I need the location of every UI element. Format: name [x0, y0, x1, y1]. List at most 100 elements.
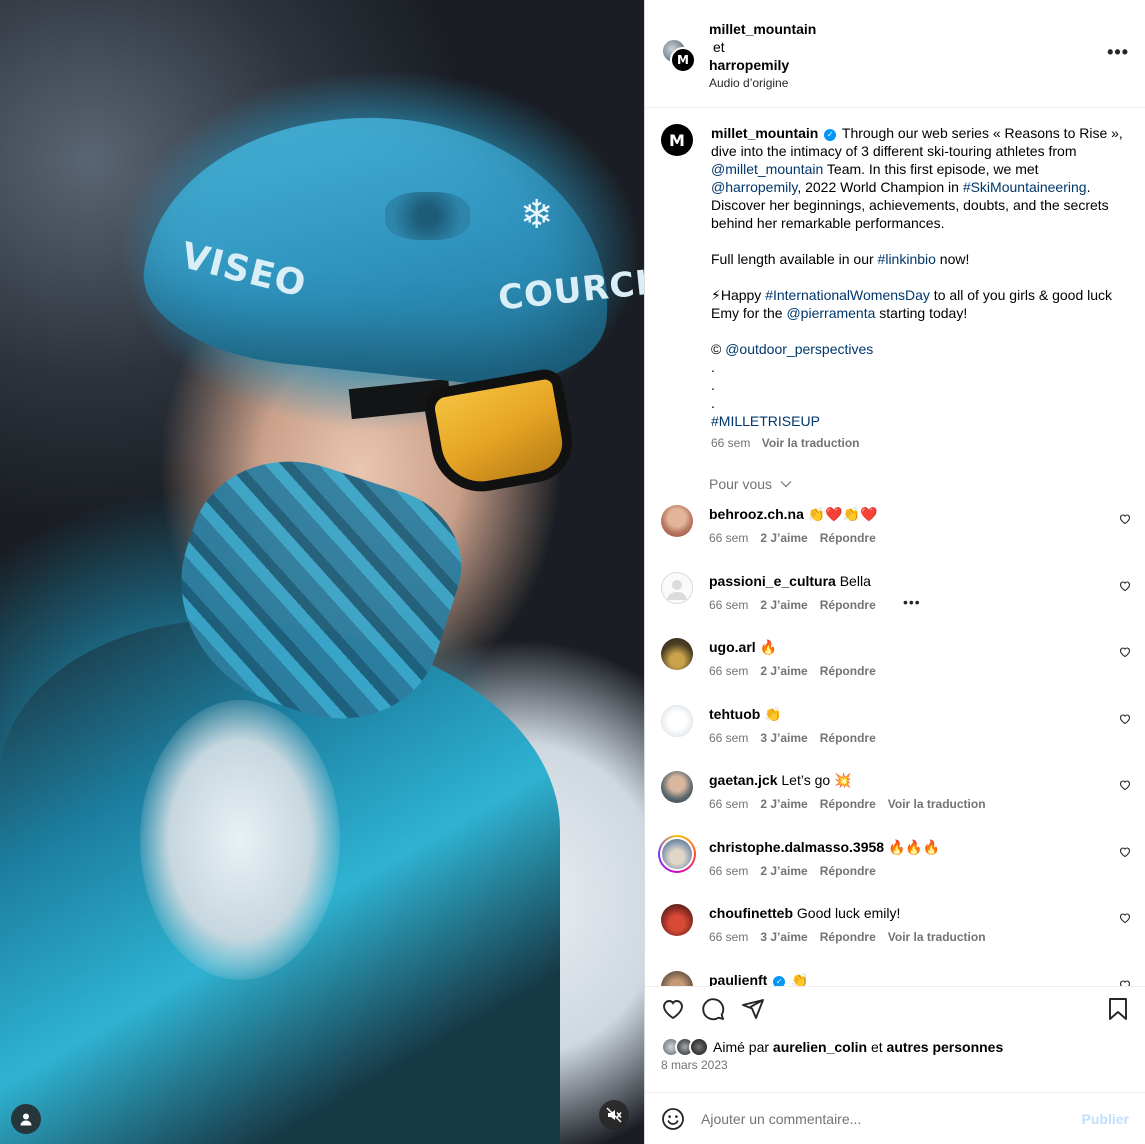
post-video[interactable]: VISEO COURCH ❄	[0, 0, 644, 1144]
reply-button[interactable]: Répondre	[820, 531, 876, 545]
caption-text-segment: , 2022 World Champion in	[797, 179, 963, 195]
speaker-muted-icon	[606, 1107, 622, 1123]
comment-username-link[interactable]: paulienft	[709, 972, 767, 987]
comment-likes-link[interactable]: 2 J’aime	[760, 598, 807, 612]
post-details-panel: M millet_mountain et harropemily Audio d…	[644, 0, 1145, 1144]
tagged-users-button[interactable]	[11, 1104, 41, 1134]
comment-item: passioni_e_cultura Bella 66 sem 2 J’aime R…	[645, 566, 1145, 633]
caption-meta: 66 sem Voir la traduction	[711, 434, 1129, 452]
author-username-link[interactable]: millet_mountain	[709, 20, 816, 38]
see-translation-button[interactable]: Voir la traduction	[888, 797, 986, 811]
more-options-button[interactable]: •••	[1107, 42, 1129, 63]
mention-link[interactable]: @pierramenta	[786, 305, 875, 321]
caption-username-link[interactable]: millet_mountain	[711, 125, 818, 141]
comment-sort-label: Pour vous	[709, 476, 773, 492]
avatar[interactable]	[658, 834, 696, 873]
avatar[interactable]	[661, 505, 693, 537]
reply-button[interactable]: Répondre	[820, 930, 876, 944]
comment-item: choufinetteb Good luck emily! 66 sem 3 J’…	[645, 898, 1145, 965]
user-icon	[20, 1113, 32, 1126]
reply-button[interactable]: Répondre	[820, 664, 876, 678]
reply-button[interactable]: Répondre	[820, 598, 876, 612]
avatar[interactable]	[661, 904, 693, 936]
comment-text: 🔥	[759, 639, 777, 655]
caption-text-segment: now!	[935, 251, 970, 267]
mention-link[interactable]: @harropemily	[711, 179, 797, 195]
original-audio-link[interactable]: Audio d’origine	[709, 74, 816, 92]
post-date[interactable]: 8 mars 2023	[661, 1058, 728, 1072]
emoji-picker-icon[interactable]	[661, 1107, 685, 1131]
comment-text: 👏	[791, 971, 809, 987]
like-comment-heart-icon[interactable]	[1119, 713, 1131, 725]
see-translation-button[interactable]: Voir la traduction	[762, 436, 860, 450]
comment-time: 66 sem	[709, 797, 749, 811]
liked-by-others-link[interactable]: autres personnes	[887, 1039, 1004, 1055]
share-paper-plane-icon[interactable]	[741, 997, 765, 1021]
like-comment-heart-icon[interactable]	[1119, 513, 1131, 525]
like-comment-heart-icon[interactable]	[1119, 979, 1131, 987]
comment-likes-link[interactable]: 2 J’aime	[760, 664, 807, 678]
like-comment-heart-icon[interactable]	[1119, 912, 1131, 924]
like-heart-icon[interactable]	[661, 997, 685, 1021]
hashtag-link[interactable]: #MILLETRISEUP	[711, 413, 820, 429]
verified-badge-icon: ✓	[773, 975, 786, 986]
mute-toggle-button[interactable]	[599, 1100, 629, 1130]
comment-item: christophe.dalmasso.3958 🔥🔥🔥 66 sem 2 J’a…	[645, 832, 1145, 899]
comment-bubble-icon[interactable]	[701, 997, 725, 1021]
collab-avatars[interactable]: M	[661, 38, 701, 74]
comment-time: 66 sem	[709, 597, 749, 612]
comment-username-link[interactable]: behrooz.ch.na	[709, 506, 804, 522]
comment-time: 66 sem	[709, 930, 749, 944]
avatar[interactable]: M	[661, 124, 693, 156]
caption-text-segment: starting today!	[875, 305, 968, 321]
avatar[interactable]	[661, 571, 693, 604]
see-translation-button[interactable]: Voir la traduction	[888, 930, 986, 944]
verified-badge-icon: ✓	[824, 129, 837, 141]
comment-username-link[interactable]: ugo.arl	[709, 639, 756, 655]
post-comment-button[interactable]: Publier	[1082, 1111, 1129, 1127]
comment-username-link[interactable]: christophe.dalmasso.3958	[709, 839, 884, 855]
hashtag-link[interactable]: #SkiMountaineering	[963, 179, 1087, 195]
comments-scroll-area[interactable]: M millet_mountain ✓ Through our web seri…	[645, 108, 1145, 986]
save-bookmark-icon[interactable]	[1107, 997, 1129, 1021]
add-comment-bar: Publier	[645, 1092, 1145, 1144]
avatar[interactable]	[661, 704, 693, 737]
like-comment-heart-icon[interactable]	[1119, 846, 1131, 858]
video-jacket-highlight	[140, 700, 340, 980]
avatar[interactable]: M	[670, 47, 696, 73]
video-subject-goggles	[421, 366, 579, 500]
avatar[interactable]	[661, 970, 693, 986]
comment-sort-dropdown[interactable]: Pour vous	[709, 476, 1145, 492]
comment-username-link[interactable]: tehtuob	[709, 706, 760, 722]
reply-button[interactable]: Répondre	[820, 864, 876, 878]
hashtag-link[interactable]: #linkinbio	[878, 251, 936, 267]
like-comment-heart-icon[interactable]	[1119, 580, 1131, 592]
avatar[interactable]	[661, 771, 693, 803]
comment-item: behrooz.ch.na 👏❤️👏❤️ 66 sem 2 J’aime Répon…	[645, 499, 1145, 566]
mention-link[interactable]: @millet_mountain	[711, 161, 823, 177]
like-comment-heart-icon[interactable]	[1119, 646, 1131, 658]
comment-options-icon[interactable]: •••	[903, 594, 921, 610]
comment-likes-link[interactable]: 2 J’aime	[760, 797, 807, 811]
reply-button[interactable]: Répondre	[820, 731, 876, 745]
hashtag-link[interactable]: #InternationalWomensDay	[765, 287, 930, 303]
comment-text: Good luck emily!	[796, 905, 901, 921]
comment-likes-link[interactable]: 3 J’aime	[760, 930, 807, 944]
comment-likes-link[interactable]: 3 J’aime	[760, 731, 807, 745]
comment-likes-link[interactable]: 2 J’aime	[760, 531, 807, 545]
liked-by-summary: Aimé par aurelien_colin et autres person…	[661, 1037, 1003, 1057]
reply-button[interactable]: Répondre	[820, 797, 876, 811]
comment-likes-link[interactable]: 2 J’aime	[760, 864, 807, 878]
like-comment-heart-icon[interactable]	[1119, 779, 1131, 791]
instagram-post-view: VISEO COURCH ❄ M millet_mountain et harr…	[0, 0, 1145, 1144]
collaborator-username-link[interactable]: harropemily	[709, 56, 816, 74]
comment-item: tehtuob 👏 66 sem 3 J’aime Répondre	[645, 699, 1145, 766]
avatar[interactable]	[661, 638, 693, 670]
comment-username-link[interactable]: passioni_e_cultura	[709, 573, 836, 589]
avatar[interactable]	[689, 1037, 709, 1057]
comment-username-link[interactable]: choufinetteb	[709, 905, 793, 921]
comment-username-link[interactable]: gaetan.jck	[709, 772, 777, 788]
mention-link[interactable]: @outdoor_perspectives	[725, 341, 873, 357]
liked-by-user-link[interactable]: aurelien_colin	[773, 1039, 867, 1055]
comment-input[interactable]	[701, 1107, 1061, 1131]
